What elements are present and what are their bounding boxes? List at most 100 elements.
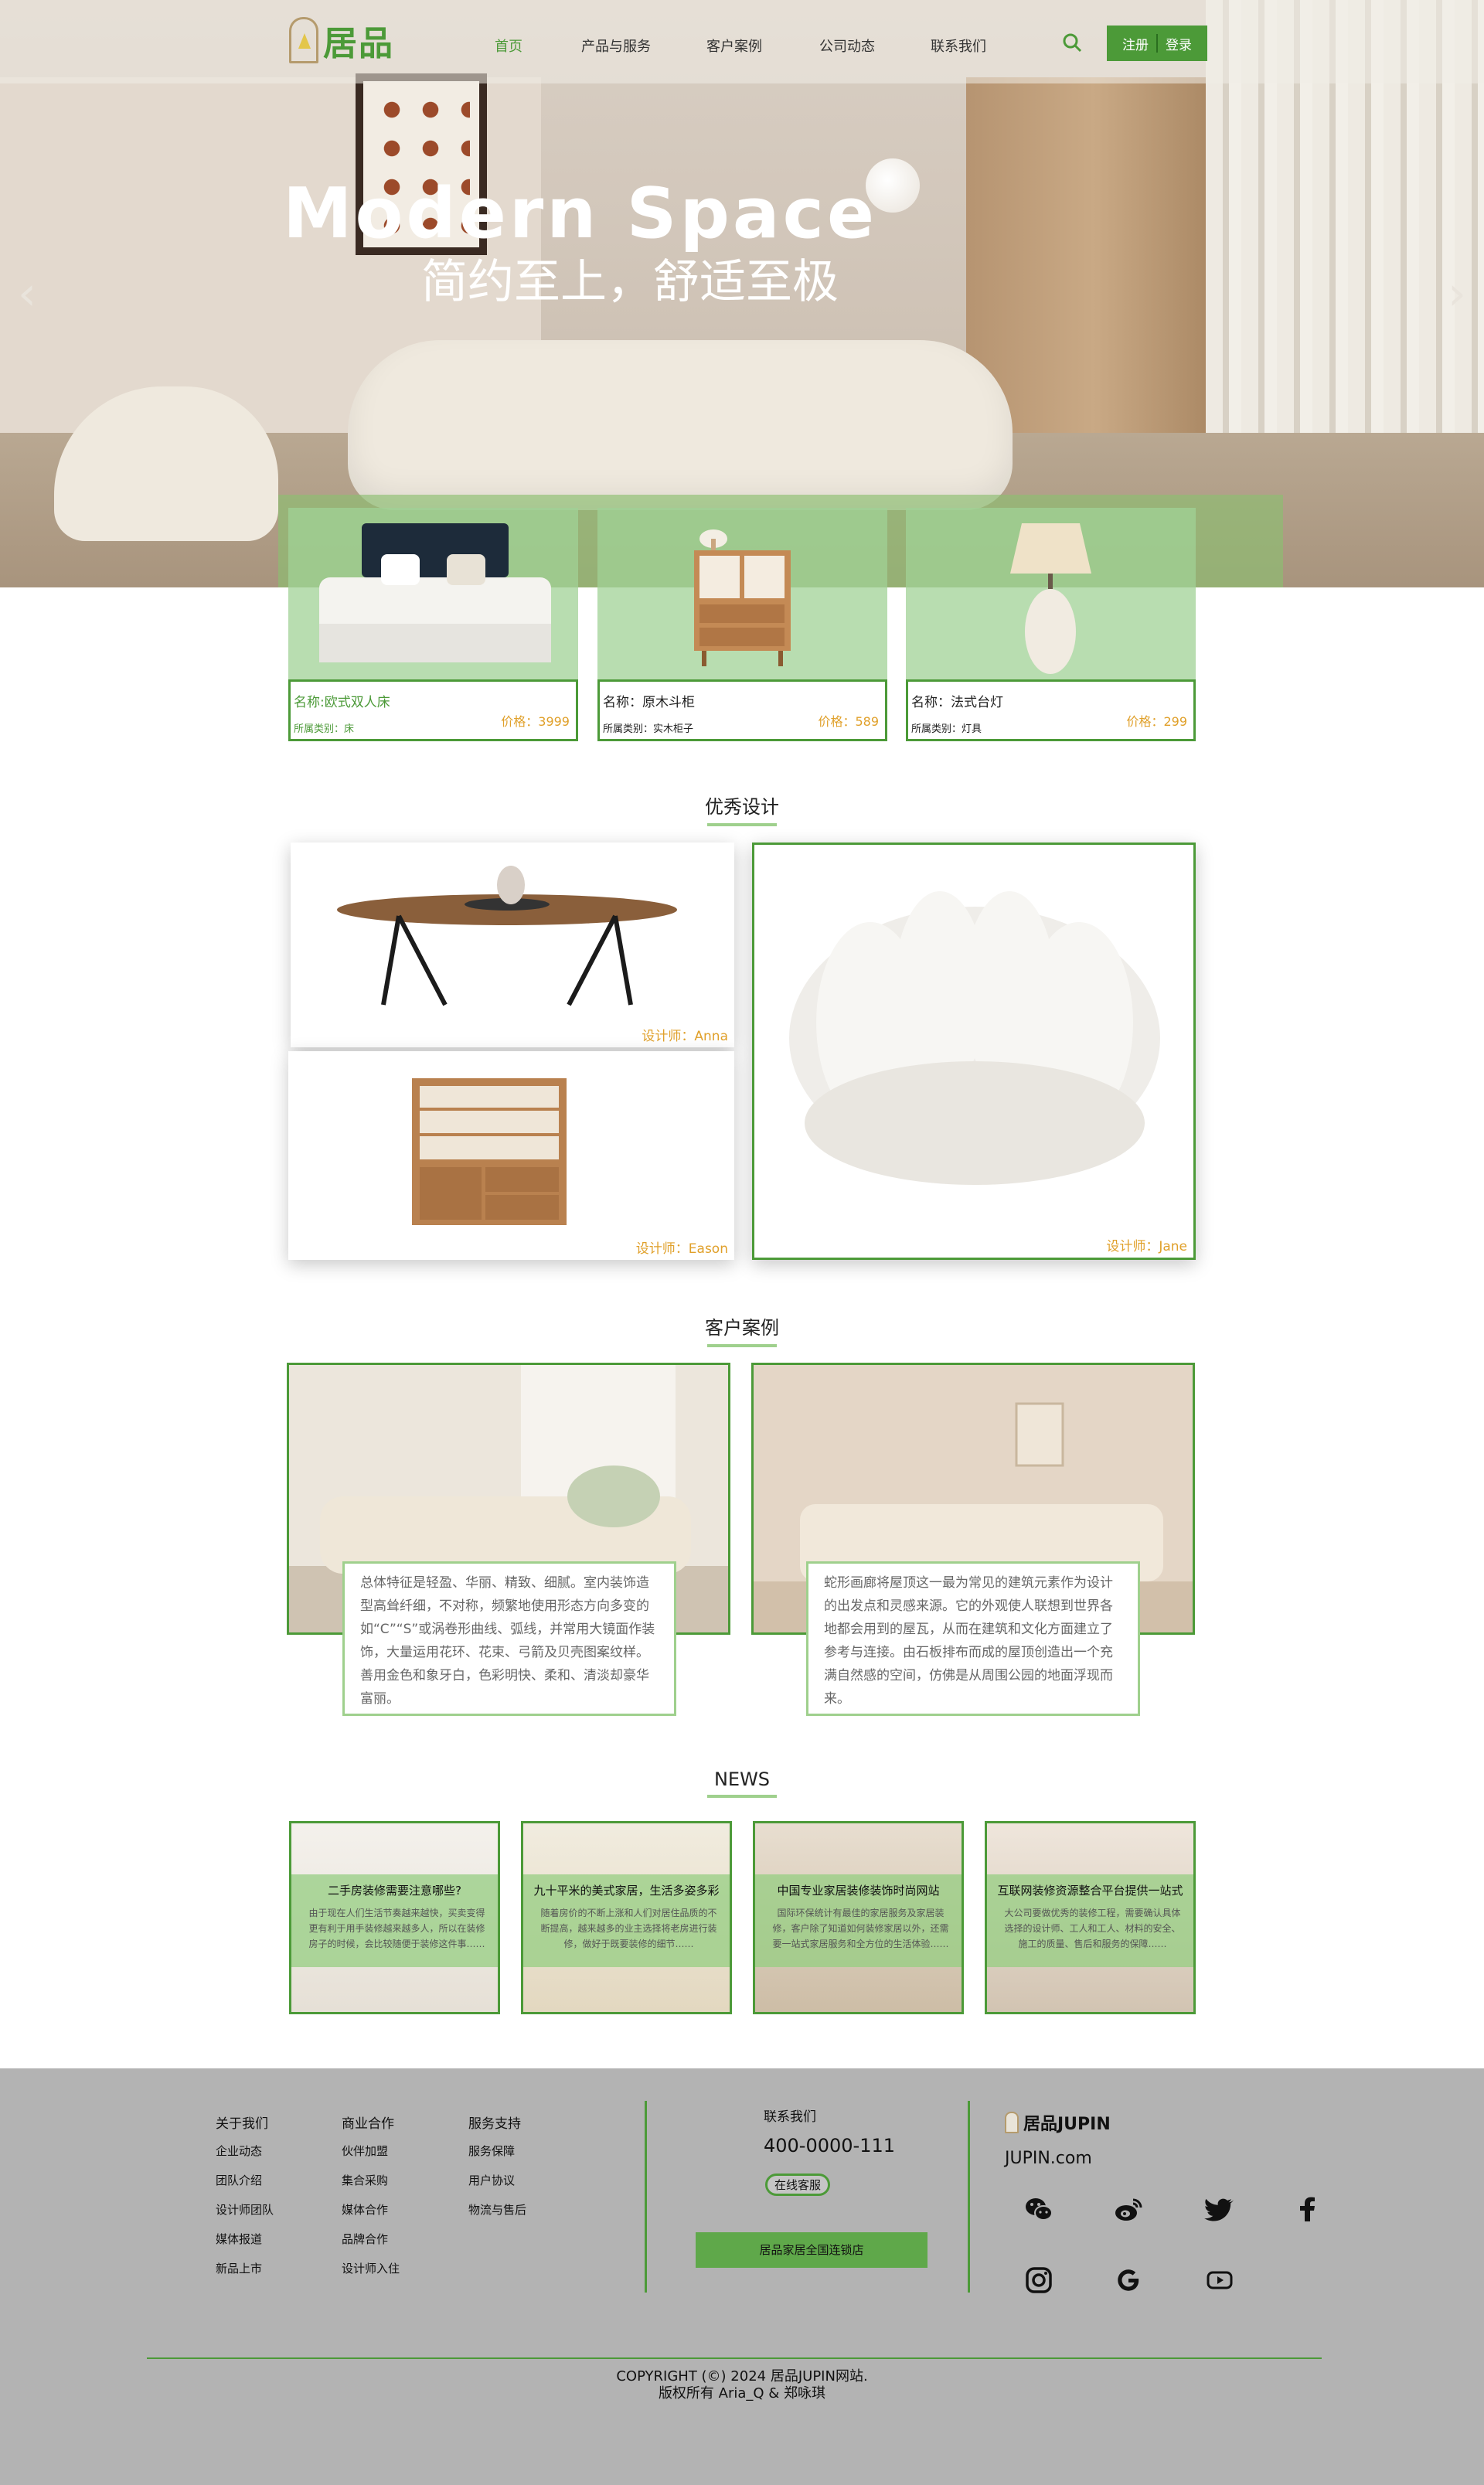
logo[interactable]: 居品 — [289, 17, 394, 63]
news-desc: 随着房价的不断上涨和人们对居住品质的不断提高，越来越多的业主选择将老房进行装修，… — [540, 1908, 717, 1949]
product-image-cabinet — [597, 508, 887, 678]
auth-buttons: 注册 登录 — [1107, 26, 1207, 61]
design-image-armchair — [789, 891, 1160, 1185]
online-service-button[interactable]: 在线客服 — [765, 2174, 831, 2196]
hero-subtitle: 简约至上，舒适至极 — [421, 255, 839, 309]
design-image-table — [337, 866, 677, 1006]
designer-label: 设计师：Jane — [1106, 1239, 1187, 1254]
footer-divider — [645, 2101, 647, 2293]
footer-link[interactable]: 物流与售后 — [468, 2201, 526, 2218]
design-image-cabinet — [412, 1078, 567, 1225]
footer-brand-name: 居品JUPIN — [1023, 2115, 1111, 2134]
design-card-cabinet[interactable]: 设计师：Eason — [288, 1051, 734, 1260]
copyright-owners: 版权所有 Aria_Q & 郑咏琪 — [658, 2385, 826, 2402]
nav-item-news[interactable]: 公司动态 — [819, 36, 875, 56]
nav-item-home[interactable]: 首页 — [495, 36, 522, 56]
product-card[interactable]: 名称：法式台灯 所属类别：灯具 价格：299 — [906, 508, 1196, 741]
login-button[interactable]: 登录 — [1158, 34, 1200, 53]
logo-lamp-icon — [1005, 2112, 1019, 2133]
product-category: 所属类别：实木柜子 — [603, 723, 694, 735]
facebook-icon[interactable] — [1292, 2194, 1323, 2225]
design-section-title: 优秀设计 — [587, 791, 897, 826]
product-image-lamp — [906, 508, 1196, 678]
top-nav: 居品 首页 产品与服务 客户案例 公司动态 联系我们 注册 登录 — [0, 0, 1484, 83]
footer-link[interactable]: 新品上市 — [216, 2260, 262, 2276]
hero-title: Modern Space — [283, 173, 878, 254]
footer-domain[interactable]: JUPIN.com — [1005, 2149, 1092, 2168]
copyright: COPYRIGHT (©) 2024 居品JUPIN网站. 版权所有 Aria_… — [0, 2368, 1484, 2402]
weibo-icon[interactable] — [1113, 2194, 1144, 2225]
search-icon[interactable] — [1062, 32, 1082, 53]
news-card[interactable]: 互联网装修资源整合平台提供一站式 大公司要做优秀的装修工程，需要确认具体选择的设… — [985, 1821, 1196, 2014]
footer-link[interactable]: 服务保障 — [468, 2143, 515, 2159]
footer-link[interactable]: 企业动态 — [216, 2143, 262, 2159]
news-desc: 国际环保统计有最佳的家居服务及家居装修，客户除了知道如何装修家居以外，还需要一站… — [772, 1908, 949, 1949]
case-description: 蛇形画廊将屋顶这一最为常见的建筑元素作为设计的出发点和灵感来源。它的外观使人联想… — [806, 1561, 1140, 1716]
news-title: 二手房装修需要注意哪些? — [328, 1884, 461, 1898]
product-category: 所属类别：床 — [294, 723, 355, 735]
product-info: 名称:欧式双人床 所属类别：床 价格：3999 — [288, 679, 578, 741]
product-price: 价格：3999 — [501, 714, 570, 729]
footer-link[interactable]: 设计师团队 — [216, 2201, 274, 2218]
product-name: 名称：法式台灯 — [911, 695, 1003, 710]
hero-sofa — [348, 340, 1013, 510]
wechat-icon[interactable] — [1023, 2194, 1054, 2225]
news-card[interactable]: 二手房装修需要注意哪些? 由于现在人们生活节奏越来越快，买卖变得更有利于用手装修… — [289, 1821, 500, 2014]
product-card[interactable]: 名称：原木斗柜 所属类别：实木柜子 价格：589 — [597, 508, 887, 741]
news-title: 中国专业家居装修装饰时尚网站 — [777, 1884, 940, 1898]
cases-section-title: 客户案例 — [587, 1312, 897, 1347]
logo-lamp-icon — [289, 17, 318, 63]
nav-item-contact[interactable]: 联系我们 — [931, 36, 986, 56]
copyright-line: COPYRIGHT (©) 2024 居品JUPIN网站. — [616, 2368, 868, 2385]
news-title: 互联网装修资源整合平台提供一站式 — [997, 1884, 1183, 1898]
footer-link[interactable]: 品牌合作 — [342, 2231, 388, 2247]
product-name: 名称:欧式双人床 — [294, 695, 390, 710]
product-price: 价格：299 — [1126, 714, 1187, 729]
register-button[interactable]: 注册 — [1115, 34, 1156, 53]
youtube-icon[interactable] — [1204, 2265, 1235, 2296]
product-category: 所属类别：灯具 — [911, 723, 982, 735]
footer-link[interactable]: 用户协议 — [468, 2172, 515, 2188]
footer-link[interactable]: 媒体合作 — [342, 2201, 388, 2218]
product-info: 名称：原木斗柜 所属类别：实木柜子 价格：589 — [597, 679, 887, 741]
news-desc: 大公司要做优秀的装修工程，需要确认具体选择的设计师、工人和工人、材料的安全、施工… — [1004, 1908, 1181, 1949]
product-name: 名称：原木斗柜 — [603, 695, 695, 710]
design-card-table[interactable]: 设计师：Anna — [291, 843, 734, 1047]
product-card[interactable]: 名称:欧式双人床 所属类别：床 价格：3999 — [288, 508, 578, 741]
design-card-armchair[interactable]: 设计师：Jane — [752, 843, 1196, 1260]
product-image-bed — [288, 508, 578, 678]
footer-link[interactable]: 伙伴加盟 — [342, 2143, 388, 2159]
carousel-next-icon[interactable]: › — [1430, 267, 1484, 321]
google-icon[interactable] — [1113, 2265, 1144, 2296]
instagram-icon[interactable] — [1023, 2265, 1054, 2296]
footer-col-about-head[interactable]: 关于我们 — [216, 2112, 268, 2132]
news-title: 九十平米的美式家居，生活多姿多彩 — [533, 1884, 720, 1898]
footer-link[interactable]: 团队介绍 — [216, 2172, 262, 2188]
nav-item-cases[interactable]: 客户案例 — [706, 36, 762, 56]
news-card[interactable]: 中国专业家居装修装饰时尚网站 国际环保统计有最佳的家居服务及家居装修，客户除了知… — [753, 1821, 964, 2014]
footer-brand: 居品JUPIN — [1005, 2110, 1111, 2135]
case-description: 总体特征是轻盈、华丽、精致、细腻。室内装饰造型高耸纤细，不对称，频繁地使用形态方… — [342, 1561, 676, 1716]
product-price: 价格：589 — [818, 714, 879, 729]
twitter-icon[interactable] — [1204, 2194, 1235, 2225]
footer-contact-head: 联系我们 — [764, 2109, 816, 2125]
footer-link[interactable]: 设计师入住 — [342, 2260, 400, 2276]
footer-phone: 400-0000-111 — [764, 2135, 896, 2157]
designer-label: 设计师：Eason — [635, 1241, 728, 1257]
footer-col-support-head[interactable]: 服务支持 — [468, 2112, 521, 2132]
news-card[interactable]: 九十平米的美式家居，生活多姿多彩 随着房价的不断上涨和人们对居住品质的不断提高，… — [521, 1821, 732, 2014]
news-section-title: NEWS — [587, 1768, 897, 1798]
footer-link[interactable]: 媒体报道 — [216, 2231, 262, 2247]
news-desc: 由于现在人们生活节奏越来越快，买卖变得更有利于用手装修越来越多人，所以在装修房子… — [308, 1908, 485, 1949]
product-info: 名称：法式台灯 所属类别：灯具 价格：299 — [906, 679, 1196, 741]
logo-text: 居品 — [323, 24, 394, 63]
designer-label: 设计师：Anna — [642, 1029, 728, 1044]
footer-link[interactable]: 集合采购 — [342, 2172, 388, 2188]
nav-item-products[interactable]: 产品与服务 — [581, 36, 651, 56]
footer-hr — [147, 2357, 1322, 2359]
hero-banner: Modern Space 简约至上，舒适至极 ‹ › — [0, 0, 1484, 587]
footer-col-business-head[interactable]: 商业合作 — [342, 2112, 394, 2132]
stores-button[interactable]: 居品家居全国连锁店 — [696, 2232, 928, 2268]
footer-divider — [968, 2101, 970, 2293]
carousel-prev-icon[interactable]: ‹ — [0, 267, 54, 321]
